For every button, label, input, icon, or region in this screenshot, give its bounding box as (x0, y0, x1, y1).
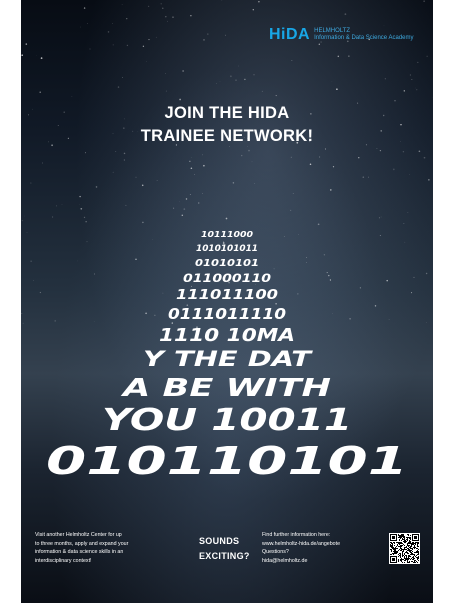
binary-code-perspective-text: 10111000 1010101011 01010101 011000110 11101… (46, 230, 408, 483)
code-row-10: YOU 10011 (102, 403, 352, 438)
visit-line2: to three months, apply and expand your (35, 540, 129, 547)
visit-line1: Visit another Helmholtz Center for up (35, 532, 122, 538)
code-row-11: 010110101 (46, 439, 408, 483)
visit-description: Visit another Helmholtz Center for up to… (35, 531, 183, 565)
code-row-8: Y THE DAT (143, 347, 313, 371)
contact-info: Find further information here: www.helmh… (262, 531, 390, 565)
code-row-3: 01010101 (195, 258, 259, 269)
code-row-1: 10111000 (201, 230, 254, 239)
sounds-line1: SOUNDS (199, 536, 240, 546)
footer: Visit another Helmholtz Center for up to… (21, 524, 433, 584)
poster: HiDA HELMHOLTZ Information & Data Scienc… (21, 0, 433, 603)
code-row-9: A BE WITH (120, 373, 331, 402)
info-line1: Find further information here: (262, 532, 331, 538)
code-row-2: 1010101011 (196, 244, 258, 254)
visit-line3: information & data science skills in an (35, 549, 124, 555)
code-row-7: 1110 10MA (159, 326, 295, 346)
qr-code-icon[interactable] (389, 533, 420, 564)
visit-line4: interdisciplinary context! (35, 557, 92, 564)
sounds-exciting-heading: SOUNDS EXCITING? (199, 534, 269, 564)
info-email-link[interactable]: hida@helmholtz.de (262, 557, 390, 566)
info-line3: Questions? (262, 549, 289, 555)
code-row-5: 111011100 (176, 288, 278, 303)
info-url-link[interactable]: www.helmholtz-hida.de/angebote (262, 540, 390, 549)
sounds-line2: EXCITING? (199, 551, 250, 561)
code-row-4: 011000110 (183, 271, 271, 285)
code-row-6: 0111011110 (168, 305, 286, 323)
